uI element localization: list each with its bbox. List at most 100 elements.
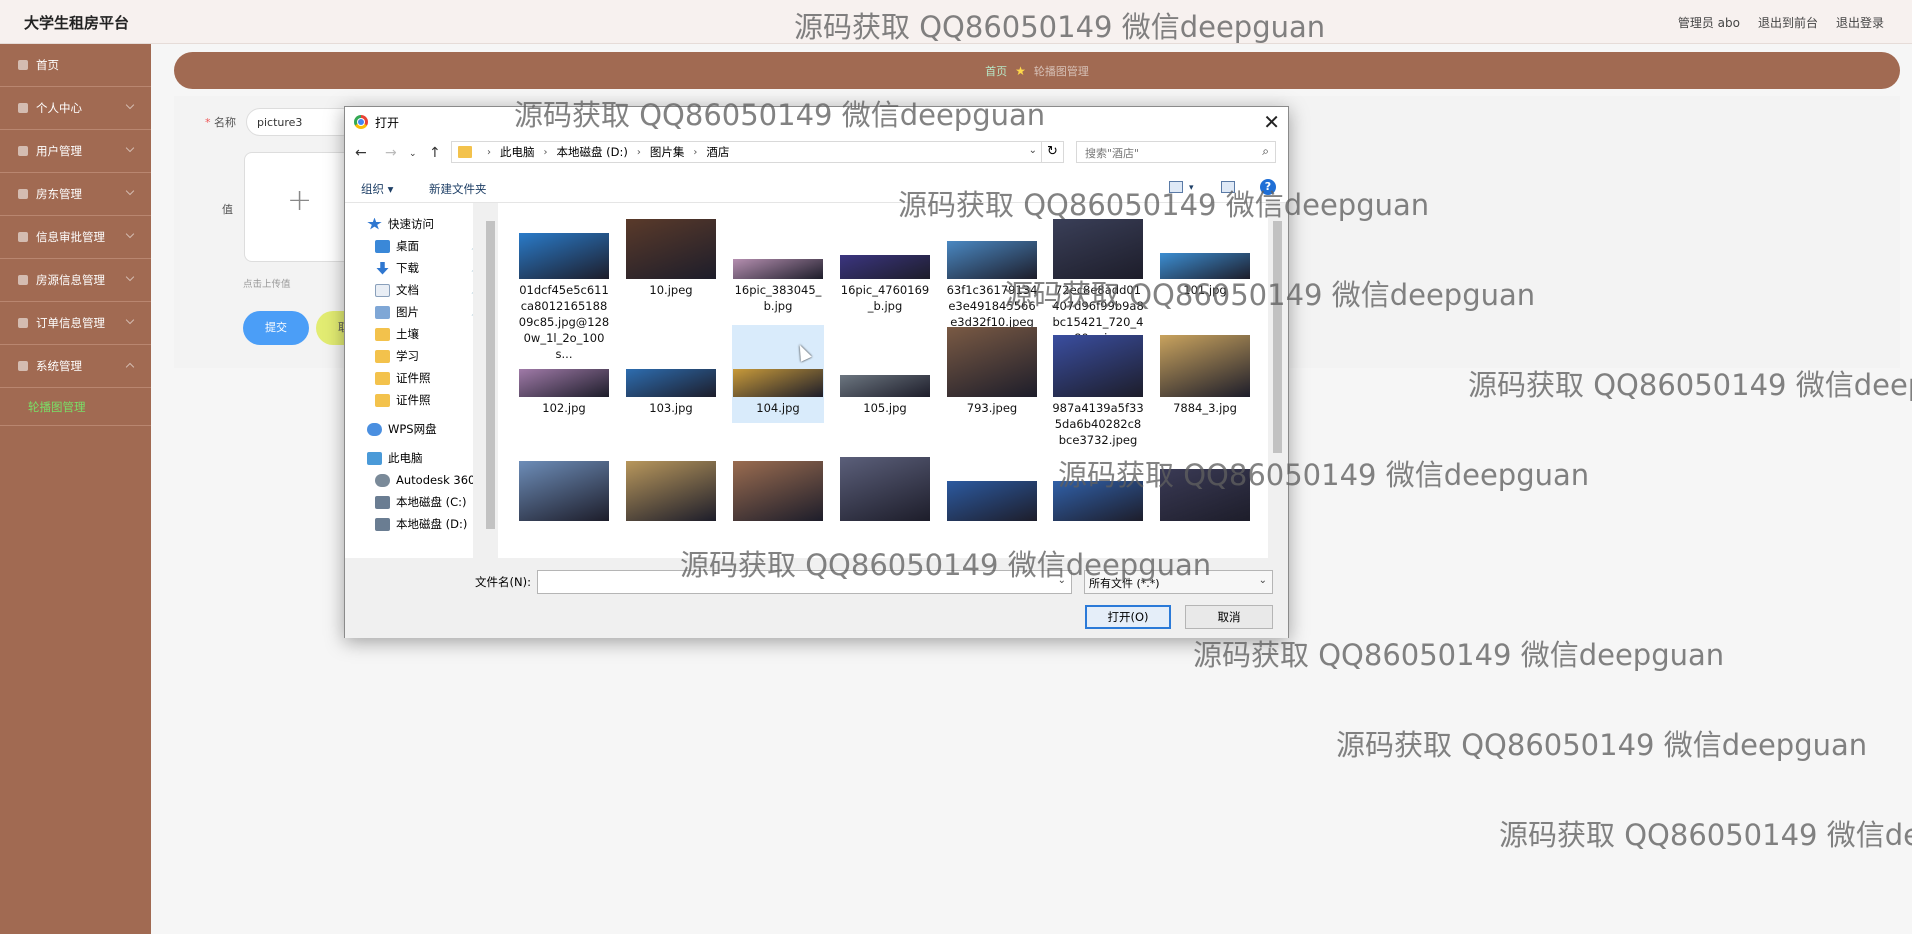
submit-button[interactable]: 提交 bbox=[243, 311, 309, 345]
image-thumbnail bbox=[733, 369, 823, 397]
breadcrumb-home[interactable]: 首页 bbox=[985, 63, 1007, 79]
chevron-down-icon[interactable]: ▾ bbox=[1189, 183, 1194, 193]
file-scrollbar[interactable] bbox=[1268, 203, 1288, 558]
recent-dropdown-icon[interactable]: ⌄ bbox=[409, 149, 417, 159]
nav-item-documents[interactable]: 文档 bbox=[375, 279, 419, 301]
sidebar-item-label: 房东管理 bbox=[36, 187, 82, 201]
file-item[interactable] bbox=[625, 449, 717, 524]
dialog-title: 打开 bbox=[375, 116, 400, 130]
name-input[interactable]: picture3 bbox=[246, 108, 356, 136]
scrollbar-thumb[interactable] bbox=[486, 221, 495, 529]
file-item[interactable]: 16pic_4760169_b.jpg bbox=[839, 207, 931, 314]
sidebar-item-personal-center[interactable]: 个人中心 bbox=[0, 87, 151, 130]
search-input[interactable]: 搜索"酒店" ⌕ bbox=[1076, 141, 1276, 163]
nav-item-desktop[interactable]: 桌面 bbox=[375, 235, 419, 257]
file-item[interactable]: 105.jpg bbox=[839, 325, 931, 416]
file-name: 63f1c36179134e3e491845566e3d32f10.jpeg bbox=[946, 283, 1038, 329]
file-item[interactable]: 7884_3.jpg bbox=[1159, 325, 1251, 416]
image-thumbnail bbox=[1160, 335, 1250, 397]
path-segment[interactable]: 本地磁盘 (D:) bbox=[557, 144, 628, 160]
computer-icon bbox=[367, 451, 382, 465]
close-icon[interactable]: ✕ bbox=[1263, 110, 1280, 134]
nav-drive[interactable]: Autodesk 360 bbox=[375, 469, 473, 491]
home-icon bbox=[18, 60, 28, 70]
file-thumbnail bbox=[839, 325, 931, 400]
image-thumbnail bbox=[626, 461, 716, 521]
pin-icon: 📌 bbox=[471, 307, 473, 317]
nav-item-folder[interactable]: 土壤 bbox=[375, 323, 419, 345]
file-item[interactable] bbox=[1159, 449, 1251, 524]
sidebar-item-home[interactable]: 首页 bbox=[0, 44, 151, 87]
file-item[interactable]: 102.jpg bbox=[518, 325, 610, 416]
chevron-down-icon[interactable]: ⌄ bbox=[1029, 145, 1037, 156]
file-name: 102.jpg bbox=[542, 401, 586, 415]
scrollbar-thumb[interactable] bbox=[1273, 221, 1282, 453]
file-item[interactable] bbox=[518, 449, 610, 524]
file-thumbnail bbox=[625, 325, 717, 400]
nav-quick-access[interactable]: 快速访问 bbox=[367, 213, 434, 235]
dialog-footer: 文件名(N): ⌄ 所有文件 (*.*) ⌄ 打开(O) 取消 bbox=[345, 558, 1288, 638]
file-item[interactable]: 793.jpeg bbox=[946, 325, 1038, 416]
chevron-down-icon[interactable]: ⌄ bbox=[1058, 575, 1066, 586]
organize-button[interactable]: 组织 ▾ bbox=[361, 181, 393, 197]
filetype-select[interactable]: 所有文件 (*.*) ⌄ bbox=[1084, 570, 1273, 594]
filename-input[interactable]: ⌄ bbox=[537, 570, 1072, 594]
help-icon[interactable]: ? bbox=[1260, 179, 1276, 195]
nav-item-downloads[interactable]: 下载 bbox=[375, 257, 419, 279]
sidebar-item-system-management[interactable]: 系统管理 bbox=[0, 345, 151, 388]
refresh-icon[interactable]: ↻ bbox=[1042, 141, 1064, 163]
preview-pane-icon[interactable] bbox=[1221, 181, 1235, 193]
image-thumbnail bbox=[1053, 219, 1143, 279]
sidebar-item-house-management[interactable]: 房源信息管理 bbox=[0, 259, 151, 302]
address-bar[interactable]: › 此电脑 › 本地磁盘 (D:) › 图片集 › 酒店 ⌄ bbox=[451, 141, 1042, 163]
nav-item-folder[interactable]: 证件照 bbox=[375, 367, 431, 389]
back-arrow-icon[interactable]: ← bbox=[355, 145, 367, 161]
nav-drive[interactable]: 本地磁盘 (D:) bbox=[375, 513, 467, 535]
drive-icon bbox=[375, 517, 390, 531]
top-bar: 大学生租房平台 管理员 abo 退出到前台 退出登录 bbox=[0, 0, 1912, 44]
sidebar-item-order-management[interactable]: 订单信息管理 bbox=[0, 302, 151, 345]
file-item[interactable]: 10.jpeg bbox=[625, 207, 717, 298]
image-thumbnail bbox=[626, 219, 716, 279]
nav-item-folder[interactable]: 证件照 bbox=[375, 389, 431, 411]
logout-link[interactable]: 退出登录 bbox=[1836, 14, 1884, 31]
sidebar-item-approval-management[interactable]: 信息审批管理 bbox=[0, 216, 151, 259]
nav-this-pc[interactable]: 此电脑 bbox=[367, 447, 423, 469]
back-to-frontend-link[interactable]: 退出到前台 bbox=[1758, 14, 1818, 31]
image-upload-box[interactable]: + bbox=[244, 152, 354, 262]
nav-scrollbar[interactable] bbox=[483, 203, 497, 558]
upload-hint: 点击上传值 bbox=[243, 279, 291, 290]
file-thumbnail bbox=[1052, 325, 1144, 400]
file-item[interactable]: 103.jpg bbox=[625, 325, 717, 416]
cancel-button[interactable]: 取消 bbox=[1185, 605, 1273, 629]
file-item[interactable]: 101.jpg bbox=[1159, 207, 1251, 298]
nav-wps-drive[interactable]: WPS网盘 bbox=[367, 418, 437, 440]
file-item[interactable] bbox=[1052, 449, 1144, 524]
path-segment[interactable]: 此电脑 bbox=[500, 144, 535, 160]
pin-icon: 📌 bbox=[471, 285, 473, 295]
file-item[interactable] bbox=[946, 449, 1038, 524]
path-segment[interactable]: 图片集 bbox=[650, 144, 685, 160]
nav-drive[interactable]: 本地磁盘 (C:) bbox=[375, 491, 467, 513]
open-button[interactable]: 打开(O) bbox=[1085, 605, 1171, 629]
file-item[interactable]: 63f1c36179134e3e491845566e3d32f10.jpeg bbox=[946, 207, 1038, 330]
view-mode-icon[interactable] bbox=[1169, 181, 1183, 193]
sidebar-item-landlord-management[interactable]: 房东管理 bbox=[0, 173, 151, 216]
file-thumbnail bbox=[732, 449, 824, 524]
file-item[interactable]: 104.jpg bbox=[732, 325, 824, 423]
nav-item-folder[interactable]: 学习 bbox=[375, 345, 419, 367]
sidebar-item-user-management[interactable]: 用户管理 bbox=[0, 130, 151, 173]
admin-user-link[interactable]: 管理员 abo bbox=[1678, 14, 1740, 31]
file-item[interactable] bbox=[839, 449, 931, 524]
up-arrow-icon[interactable]: ↑ bbox=[429, 145, 441, 161]
file-item[interactable]: 16pic_383045_b.jpg bbox=[732, 207, 824, 314]
image-thumbnail bbox=[947, 241, 1037, 279]
chevron-down-icon bbox=[125, 229, 135, 239]
new-folder-button[interactable]: 新建文件夹 bbox=[429, 181, 487, 197]
file-item[interactable] bbox=[732, 449, 824, 524]
file-item[interactable]: 987a4139a5f335da6b40282c8bce3732.jpeg bbox=[1052, 325, 1144, 448]
sidebar-subitem-carousel[interactable]: 轮播图管理 bbox=[0, 388, 151, 426]
forward-arrow-icon[interactable]: → bbox=[385, 145, 397, 161]
path-segment[interactable]: 酒店 bbox=[706, 144, 729, 160]
nav-item-pictures[interactable]: 图片 bbox=[375, 301, 419, 323]
